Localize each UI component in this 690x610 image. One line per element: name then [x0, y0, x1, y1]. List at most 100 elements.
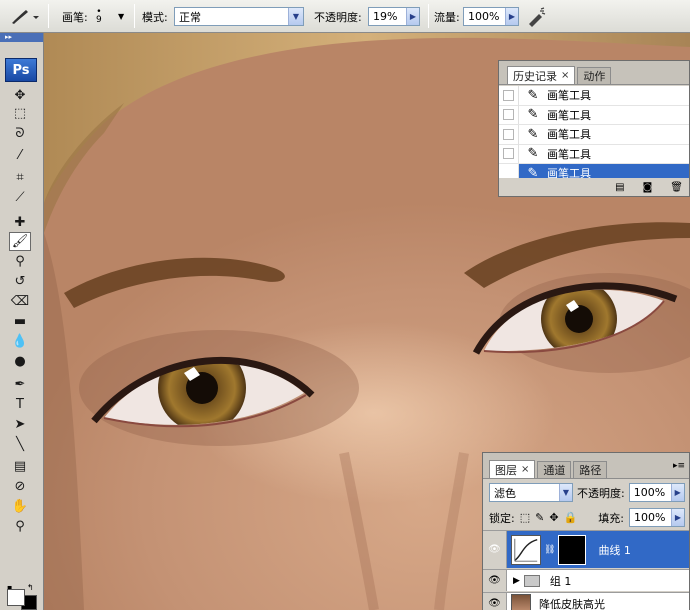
history-row[interactable]: ✎ 画笔工具 — [499, 85, 689, 106]
lock-transparent-icon[interactable]: ⬚ — [520, 511, 530, 524]
dodge-tool-icon[interactable]: ● — [9, 352, 31, 371]
new-snapshot-icon[interactable]: ◙ — [643, 182, 653, 193]
history-panel-footer: ▤ ◙ 🗑 — [499, 178, 689, 196]
line-tool-icon[interactable]: ╲ — [9, 435, 31, 454]
link-chain-icon[interactable]: ⛓ — [544, 545, 555, 555]
brush-size: 9 — [96, 14, 102, 25]
airbrush-icon — [529, 6, 546, 27]
history-source-checkbox[interactable] — [499, 85, 519, 105]
move-tool-icon[interactable]: ✥ — [9, 86, 31, 105]
type-tool-icon[interactable]: T — [9, 395, 31, 414]
blend-mode-value: 滤色 — [494, 486, 516, 500]
path-selection-tool-icon[interactable]: ➤ — [9, 415, 31, 434]
layers-panel: 图层 × 通道 路径 ▸≡ 滤色 ▼ 不透明度: 100% ▶ 锁定: ⬚ ✎ … — [482, 452, 690, 610]
history-row[interactable]: ✎ 画笔工具 — [499, 144, 689, 164]
layer-name: 组 1 — [549, 574, 572, 588]
tab-channels[interactable]: 通道 — [537, 461, 572, 478]
blend-mode-select[interactable]: 滤色 ▼ — [489, 483, 573, 502]
close-icon[interactable]: × — [561, 70, 569, 81]
visibility-eye-icon[interactable]: 👁 — [483, 593, 507, 610]
layer-row-skin[interactable]: 👁 降低皮肤高光 — [483, 592, 689, 610]
tab-layers[interactable]: 图层 × — [489, 460, 536, 478]
lock-all-icon[interactable]: 🔒 — [564, 511, 578, 524]
opacity-label: 不透明度: — [314, 10, 362, 24]
slice-tool-icon[interactable]: ⟋ — [9, 188, 31, 207]
gradient-tool-icon[interactable]: ▬ — [9, 312, 31, 331]
mode-select[interactable]: 正常 ▼ — [174, 7, 304, 26]
layer-opacity-label: 不透明度: — [577, 486, 625, 500]
mode-label: 模式: — [142, 10, 168, 24]
history-row[interactable]: ✎ 画笔工具 — [499, 105, 689, 125]
magic-wand-tool-icon[interactable]: ⁄ — [9, 146, 31, 165]
fill-field[interactable]: 100% ▶ — [628, 508, 685, 527]
history-row-label: 画笔工具 — [547, 147, 591, 161]
panel-menu-icon[interactable]: ▸≡ — [673, 461, 685, 471]
notes-tool-icon[interactable]: ▤ — [9, 457, 31, 476]
flow-value: 100% — [468, 10, 500, 23]
history-row[interactable]: ✎ 画笔工具 — [499, 124, 689, 145]
flow-label: 流量: — [434, 10, 460, 24]
history-row-label: 画笔工具 — [547, 108, 591, 122]
opacity-field[interactable]: 19% ▶ — [368, 7, 420, 26]
fill-value: 100% — [633, 511, 666, 524]
tab-paths[interactable]: 路径 — [573, 461, 608, 478]
tool-preset-picker[interactable] — [6, 0, 40, 33]
options-bar: 画笔: • 9 ▼ 模式: 正常 ▼ 不透明度: 19% ▶ 流量: 100% … — [0, 0, 690, 33]
lasso-tool-icon[interactable]: ᘐ — [9, 124, 31, 143]
foreground-color-swatch[interactable] — [7, 589, 25, 606]
eraser-tool-icon[interactable]: ⌫ — [9, 292, 31, 311]
blur-tool-icon[interactable]: 💧 — [9, 332, 31, 351]
options-separator — [134, 4, 135, 28]
history-panel-tabs: 历史记录 × 动作 — [499, 61, 689, 85]
chevron-down-icon[interactable]: ▼ — [559, 484, 572, 501]
color-swatches[interactable]: ▪ ↰ — [7, 583, 37, 610]
flow-slider-arrow-icon[interactable]: ▶ — [505, 8, 518, 25]
marquee-tool-icon[interactable]: ⬚ — [9, 104, 31, 123]
tab-history[interactable]: 历史记录 × — [507, 66, 576, 84]
history-source-checkbox[interactable] — [499, 144, 519, 164]
clone-stamp-tool-icon[interactable]: ⚲ — [9, 252, 31, 271]
crop-tool-icon[interactable]: ⌗ — [9, 168, 31, 187]
visibility-eye-icon[interactable]: 👁 — [483, 531, 507, 568]
options-separator — [428, 4, 429, 28]
hand-tool-icon[interactable]: ✋ — [9, 497, 31, 516]
tab-history-label: 历史记录 — [513, 69, 557, 83]
fill-slider-arrow-icon[interactable]: ▶ — [670, 509, 684, 526]
expand-arrow-icon[interactable]: ▶ — [513, 576, 520, 586]
layer-mask-thumbnail[interactable] — [558, 534, 587, 565]
tab-actions[interactable]: 动作 — [577, 67, 612, 84]
swap-colors-icon[interactable]: ↰ — [27, 583, 34, 592]
eyedropper-tool-icon[interactable]: ⊘ — [9, 477, 31, 496]
opacity-value: 19% — [373, 10, 398, 23]
trash-icon[interactable]: 🗑 — [670, 182, 683, 193]
zoom-tool-icon[interactable]: ⚲ — [9, 517, 31, 536]
flow-field[interactable]: 100% ▶ — [463, 7, 519, 26]
history-row-label: 画笔工具 — [547, 128, 591, 142]
brush-tool-icon[interactable]: 🖌 — [9, 232, 31, 251]
layer-row-group[interactable]: 👁 ▶ 组 1 — [483, 569, 689, 591]
pen-tool-icon[interactable]: ✒ — [9, 375, 31, 394]
layer-opacity-field[interactable]: 100% ▶ — [628, 483, 685, 502]
brush-picker[interactable]: • 9 — [96, 0, 102, 33]
brush-picker-arrow-icon[interactable]: ▼ — [118, 12, 124, 21]
toolbox: ▸▸ Ps ✥ ⬚ ᘐ ⁄ ⌗ ⟋ ✚ 🖌 ⚲ ↺ ⌫ ▬ 💧 ● ✒ T ➤ ╲ ▤ ⊘ ✋ ⚲ ▪ ↰ — [0, 33, 44, 610]
history-brush-tool-icon[interactable]: ↺ — [9, 272, 31, 291]
close-icon[interactable]: × — [521, 464, 529, 475]
lock-image-icon[interactable]: ✎ — [535, 511, 544, 524]
lock-position-icon[interactable]: ✥ — [549, 511, 558, 524]
healing-brush-tool-icon[interactable]: ✚ — [9, 213, 31, 232]
opacity-slider-arrow-icon[interactable]: ▶ — [670, 484, 684, 501]
airbrush-toggle[interactable] — [526, 0, 548, 33]
mode-value: 正常 — [179, 10, 201, 24]
toolbox-grip[interactable]: ▸▸ — [0, 33, 43, 42]
chevron-down-icon[interactable]: ▼ — [288, 8, 303, 25]
history-source-checkbox[interactable] — [499, 105, 519, 125]
layer-row-curves[interactable]: 👁 ⛓ 曲线 1 — [483, 530, 689, 568]
opacity-slider-arrow-icon[interactable]: ▶ — [406, 8, 419, 25]
new-document-from-state-icon[interactable]: ▤ — [615, 182, 624, 193]
history-source-checkbox[interactable] — [499, 124, 519, 144]
ps-logo[interactable]: Ps — [5, 58, 37, 82]
layer-name: 曲线 1 — [598, 543, 631, 557]
brush-tool-icon: ✎ — [527, 146, 539, 162]
visibility-eye-icon[interactable]: 👁 — [483, 570, 507, 591]
